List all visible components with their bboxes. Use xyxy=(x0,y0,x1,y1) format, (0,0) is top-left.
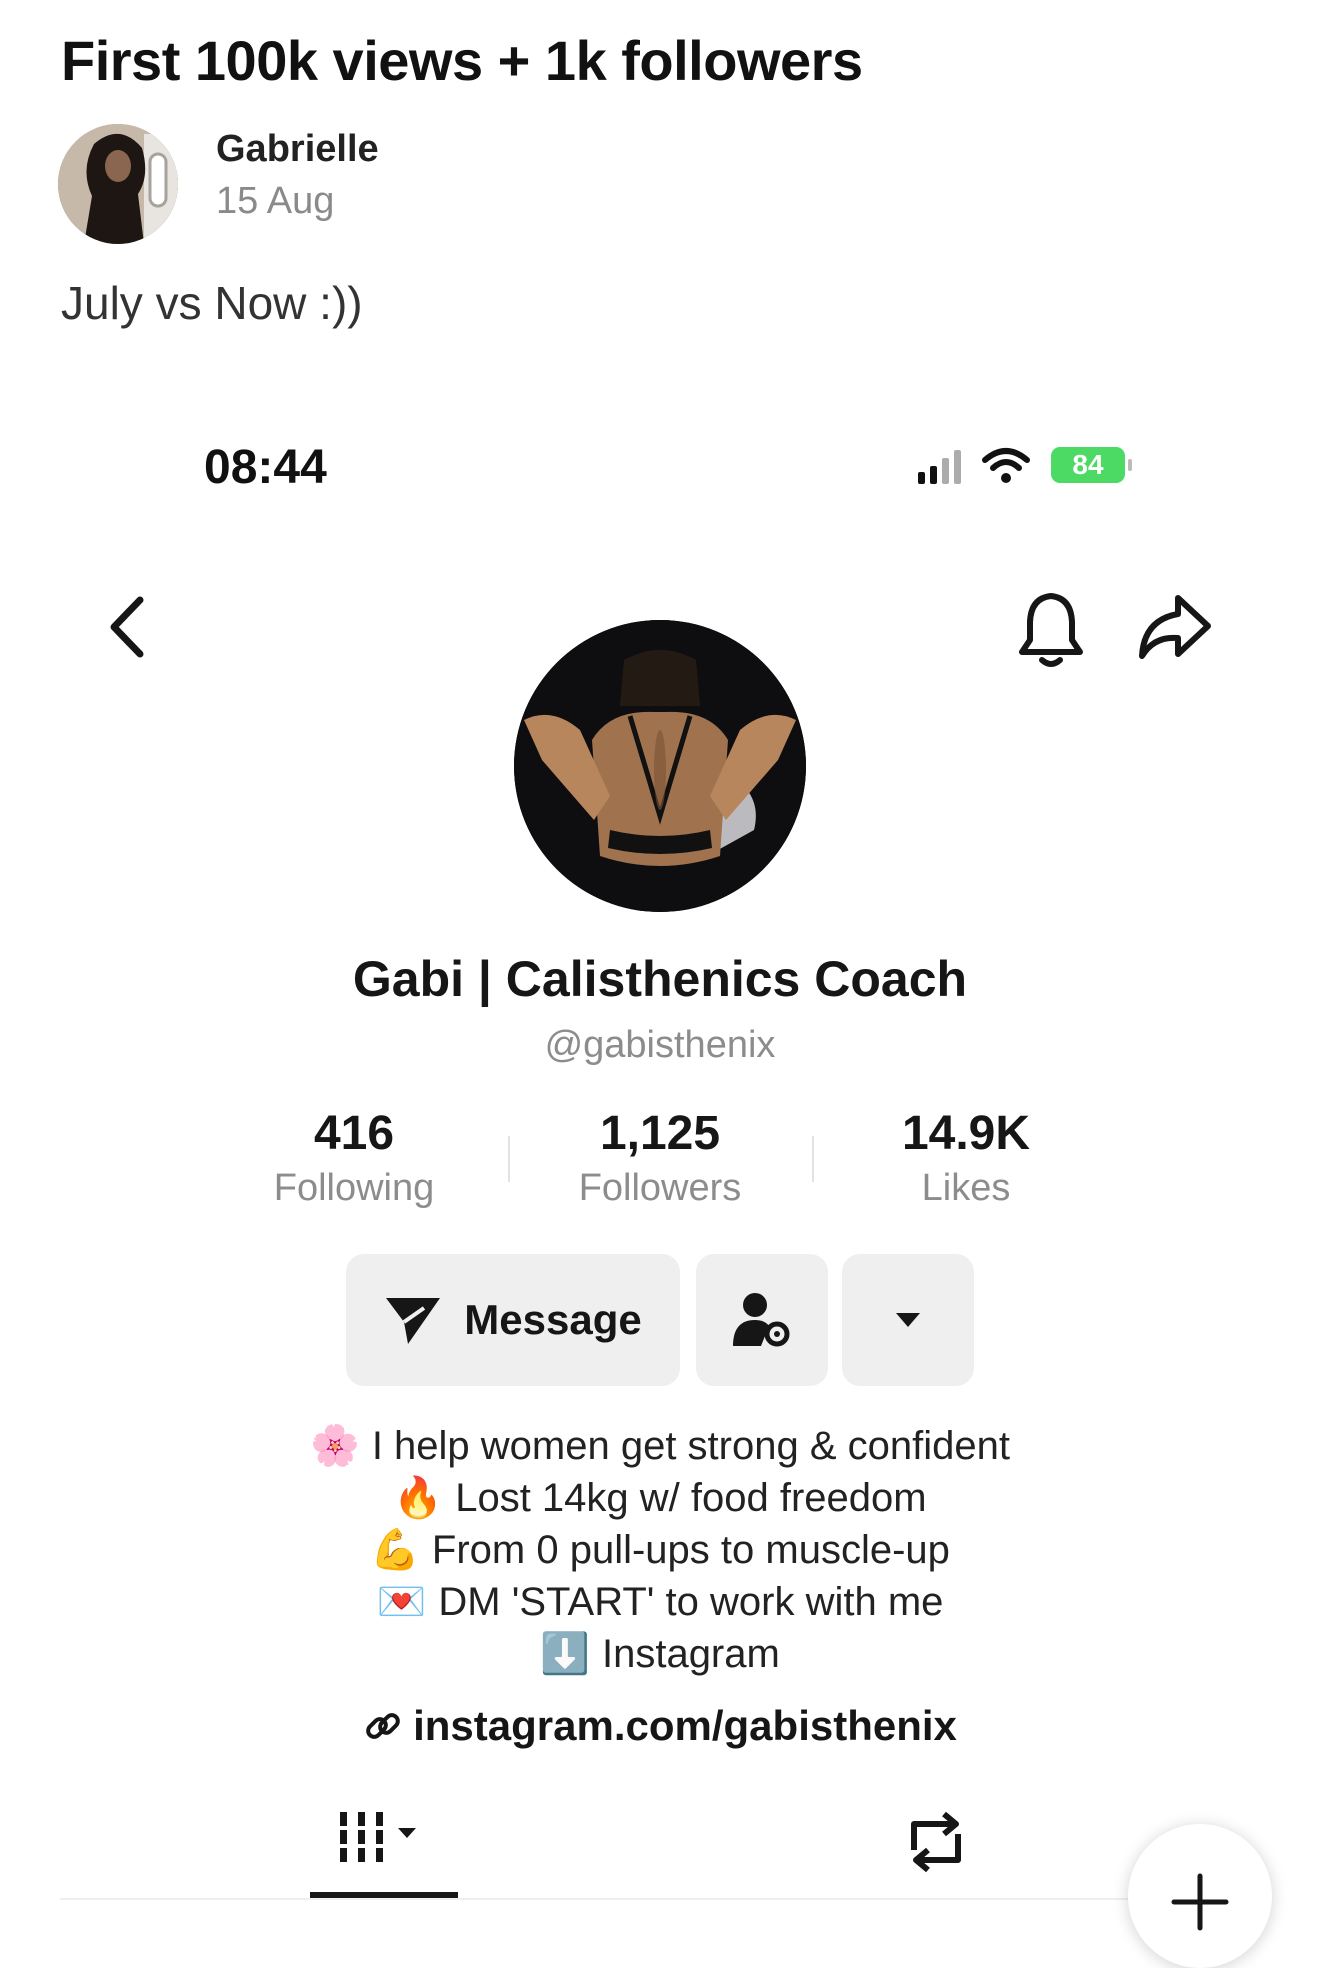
chevron-left-icon[interactable] xyxy=(104,592,154,662)
add-comment-button[interactable] xyxy=(1128,1824,1272,1968)
stat-label: Following xyxy=(273,1167,435,1209)
status-icons: 84 xyxy=(918,446,1132,484)
profile-avatar[interactable] xyxy=(514,620,806,912)
stat-divider xyxy=(812,1136,814,1182)
wifi-icon xyxy=(982,448,1030,483)
message-button-label: Message xyxy=(464,1296,642,1343)
bio-line: 🌸 I help women get strong & confident xyxy=(0,1420,1320,1472)
post-title: First 100k views + 1k followers xyxy=(61,29,863,92)
tab-bar-divider xyxy=(60,1898,1260,1900)
profile-handle: @gabisthenix xyxy=(544,1024,776,1066)
tab-videos-grid[interactable] xyxy=(336,1808,436,1866)
stat-likes[interactable]: 14.9K Likes xyxy=(846,1106,1086,1210)
plus-icon xyxy=(1171,1873,1229,1931)
signal-icon xyxy=(918,446,961,484)
post-body: July vs Now :)) xyxy=(61,277,363,329)
message-button[interactable]: Message xyxy=(346,1254,680,1386)
link-icon xyxy=(366,1713,400,1739)
fire-emoji-icon: 🔥 xyxy=(393,1476,444,1520)
stat-value: 416 xyxy=(313,1107,395,1160)
grid-icon xyxy=(340,1812,416,1862)
tab-reposts[interactable] xyxy=(900,1810,972,1874)
stat-divider xyxy=(508,1136,510,1182)
author-avatar[interactable] xyxy=(58,124,178,244)
friend-settings-button[interactable] xyxy=(696,1254,828,1386)
bell-icon[interactable] xyxy=(1016,590,1086,670)
bio-line: ⬇️ Instagram xyxy=(0,1628,1320,1680)
repost-icon xyxy=(911,1811,961,1873)
flexed-bicep-emoji-icon: 💪 xyxy=(370,1528,420,1572)
profile-bio: 🌸 I help women get strong & confident 🔥 Lo… xyxy=(0,1420,1320,1680)
status-time: 08:44 xyxy=(204,441,327,494)
down-arrow-emoji-icon: ⬇️ xyxy=(540,1632,590,1676)
more-options-button[interactable] xyxy=(842,1254,974,1386)
love-letter-emoji-icon: 💌 xyxy=(376,1580,427,1624)
stat-following[interactable]: 416 Following xyxy=(234,1106,474,1210)
paper-plane-icon xyxy=(386,1298,441,1344)
post-date: 15 Aug xyxy=(216,180,335,222)
author-name[interactable]: Gabrielle xyxy=(216,128,379,171)
stat-label: Likes xyxy=(921,1167,1011,1209)
bio-line: 💌 DM 'START' to work with me xyxy=(0,1576,1320,1628)
person-gear-icon xyxy=(733,1293,790,1347)
share-arrow-icon[interactable] xyxy=(1134,592,1214,664)
bio-line: 💪 From 0 pull-ups to muscle-up xyxy=(0,1524,1320,1576)
stat-label: Followers xyxy=(578,1167,742,1209)
stat-followers[interactable]: 1,125 Followers xyxy=(540,1106,780,1210)
profile-display-name: Gabi | Calisthenics Coach xyxy=(352,951,968,1007)
flower-emoji-icon: 🌸 xyxy=(310,1424,360,1468)
battery-indicator: 84 xyxy=(1051,447,1132,483)
stat-value: 1,125 xyxy=(599,1107,721,1160)
bio-line: 🔥 Lost 14kg w/ food freedom xyxy=(0,1472,1320,1524)
profile-link[interactable]: instagram.com/gabisthenix xyxy=(0,1702,1320,1750)
caret-down-icon xyxy=(896,1313,920,1327)
stat-value: 14.9K xyxy=(901,1107,1031,1160)
